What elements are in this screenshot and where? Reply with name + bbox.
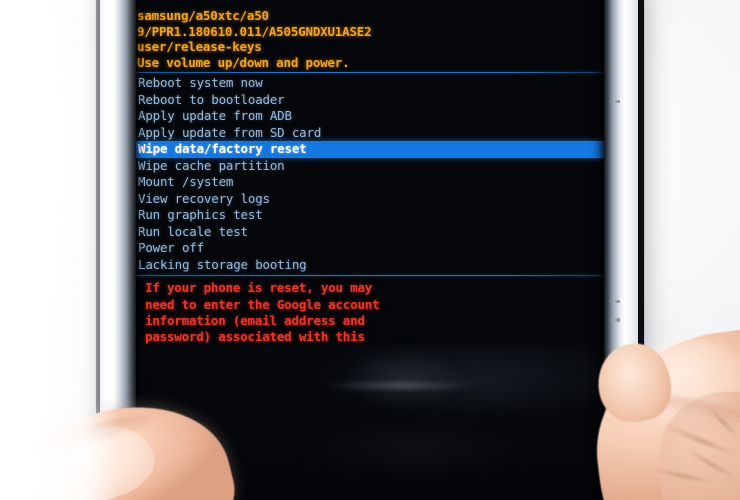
warning-line: need to enter the Google account [145,296,380,312]
warning-line: If your phone is reset, you may [145,280,373,296]
phone-edge-seam [609,318,620,322]
screenshot-stage: Android Recovery samsung/a50xtc/a50 9/PP… [0,0,740,500]
screen-reflection-streak [323,382,478,389]
menu-item-view-recovery-logs[interactable]: View recovery logs [137,191,606,208]
power-button[interactable] [609,300,620,303]
android-recovery-console: Android Recovery samsung/a50xtc/a50 9/PP… [133,0,606,377]
menu-item-lacking-storage-booting[interactable]: Lacking storage booting [137,257,606,274]
menu-item-apply-update-from-adb[interactable]: Apply update from ADB [137,108,606,125]
warning-line: information (email address and [145,312,365,328]
recovery-menu: Reboot system now Reboot to bootloader A… [133,75,606,273]
menu-item-mount-system[interactable]: Mount /system [137,174,606,191]
build-keys-line: user/release-keys [137,39,262,55]
recovery-header: Android Recovery samsung/a50xtc/a50 9/PP… [133,0,606,70]
navigation-hint-line: Use volume up/down and power. [137,54,350,70]
menu-item-apply-update-from-sd-card[interactable]: Apply update from SD card [137,125,606,142]
warning-line: password) associated with this [145,329,365,345]
menu-item-wipe-data-factory-reset[interactable]: Wipe data/factory reset [133,141,606,158]
phone-right-edge [604,0,638,500]
screen-reflection [343,348,463,408]
build-device-line: samsung/a50xtc/a50 [137,8,269,23]
menu-item-reboot-system-now[interactable]: Reboot system now [137,75,606,92]
build-fingerprint-line: 9/PPR1.180610.011/A505GNDXU1ASE2 [137,23,372,39]
menu-item-run-locale-test[interactable]: Run locale test [137,224,606,241]
menu-item-run-graphics-test[interactable]: Run graphics test [137,207,606,224]
menu-item-power-off[interactable]: Power off [137,240,606,257]
menu-divider [133,275,606,277]
menu-item-reboot-to-bootloader[interactable]: Reboot to bootloader [137,92,606,109]
phone-screen: Android Recovery samsung/a50xtc/a50 9/PP… [133,0,606,500]
phone-left-edge [100,0,136,500]
volume-button[interactable] [609,100,620,103]
header-divider [133,72,606,74]
menu-item-wipe-cache-partition[interactable]: Wipe cache partition [137,158,606,175]
phone-left-edge-highlight [108,0,115,500]
